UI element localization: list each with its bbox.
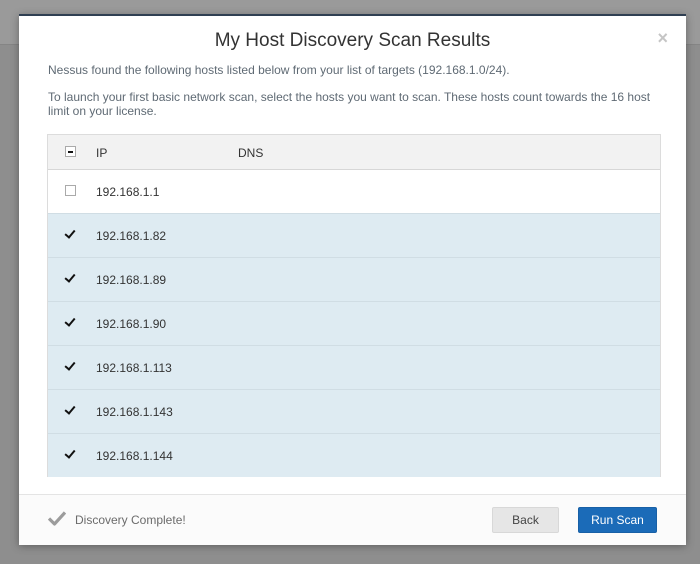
table-row[interactable]: 192.168.1.144 <box>48 434 660 477</box>
discovery-status: Discovery Complete! <box>75 513 186 527</box>
host-ip: 192.168.1.1 <box>96 185 160 199</box>
row-checkbox[interactable] <box>65 229 76 240</box>
column-header-ip[interactable]: IP <box>96 146 107 160</box>
row-checkbox[interactable] <box>65 361 76 372</box>
select-all-checkbox[interactable] <box>65 146 76 157</box>
table-row[interactable]: 192.168.1.143 <box>48 390 660 434</box>
row-checkbox[interactable] <box>65 449 76 460</box>
run-scan-button[interactable]: Run Scan <box>578 507 657 533</box>
back-button[interactable]: Back <box>492 507 559 533</box>
table-row[interactable]: 192.168.1.1 <box>48 170 660 214</box>
table-row[interactable]: 192.168.1.90 <box>48 302 660 346</box>
host-ip: 192.168.1.143 <box>96 405 173 419</box>
row-checkbox[interactable] <box>65 185 76 196</box>
table-row[interactable]: 192.168.1.89 <box>48 258 660 302</box>
host-ip: 192.168.1.89 <box>96 273 167 287</box>
hosts-table: IP DNS 192.168.1.1 192.168.1.82 192.168.… <box>47 134 661 477</box>
host-discovery-modal: My Host Discovery Scan Results × Nessus … <box>19 14 686 545</box>
row-checkbox[interactable] <box>65 273 76 284</box>
host-ip: 192.168.1.144 <box>96 449 173 463</box>
host-ip: 192.168.1.82 <box>96 229 167 243</box>
host-ip: 192.168.1.113 <box>96 361 172 375</box>
close-icon[interactable]: × <box>657 28 668 49</box>
row-checkbox[interactable] <box>65 405 76 416</box>
host-ip: 192.168.1.90 <box>96 317 167 331</box>
table-row[interactable]: 192.168.1.82 <box>48 214 660 258</box>
checkmark-icon <box>48 511 66 526</box>
row-checkbox[interactable] <box>65 317 76 328</box>
column-header-dns[interactable]: DNS <box>238 146 263 160</box>
modal-title: My Host Discovery Scan Results <box>214 30 491 51</box>
modal-footer: Discovery Complete! Back Run Scan <box>19 494 686 545</box>
table-row[interactable]: 192.168.1.113 <box>48 346 660 390</box>
description-targets: Nessus found the following hosts listed … <box>48 63 510 77</box>
table-header-row: IP DNS <box>48 135 660 170</box>
description-instructions: To launch your first basic network scan,… <box>48 90 651 118</box>
